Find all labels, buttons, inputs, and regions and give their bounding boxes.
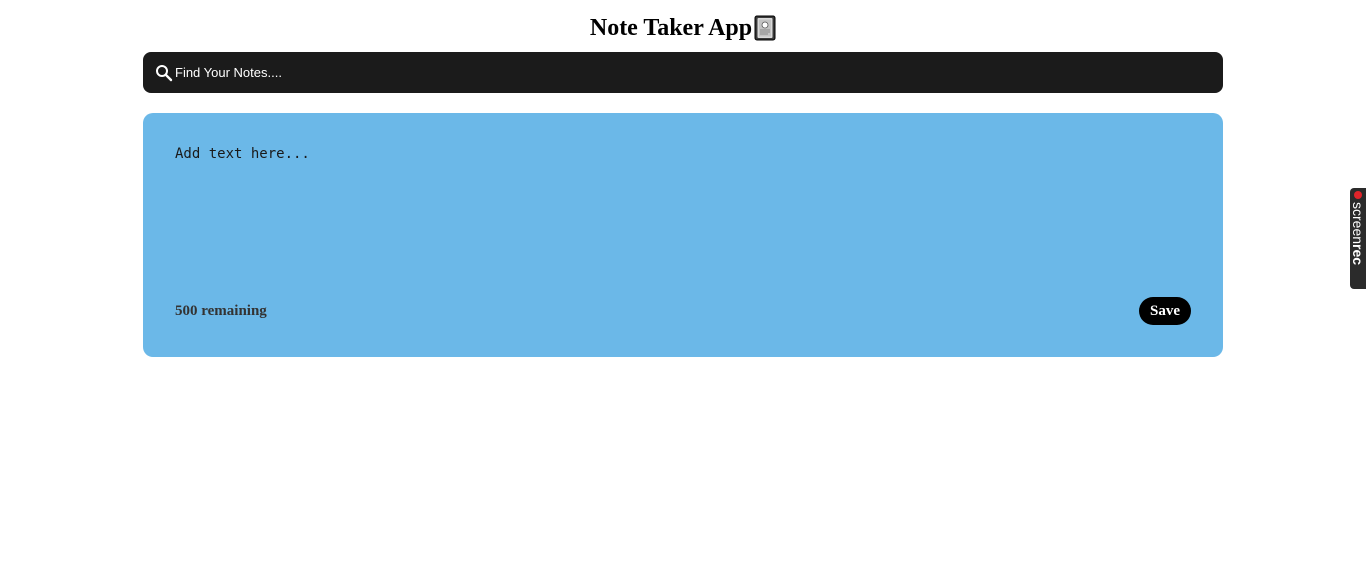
screenrec-label-light: screen [1350,202,1366,245]
note-text-input[interactable] [175,145,1191,275]
new-note-card: 500 remaining Save [143,113,1223,357]
characters-remaining-counter: 500 remaining [175,302,267,319]
search-bar [143,52,1223,93]
screenrec-label-bold: rec [1350,244,1366,266]
screenrec-tab[interactable]: screenrec [1350,188,1366,289]
app-header: Note Taker App [0,13,1366,43]
note-footer: 500 remaining Save [175,297,1191,325]
save-button[interactable]: Save [1139,297,1191,325]
screenrec-label: screenrec [1350,202,1366,266]
search-icon [155,64,173,82]
record-dot-icon [1354,191,1362,199]
notebook-icon [754,15,776,41]
search-input[interactable] [175,57,1223,88]
page-title: Note Taker App [589,15,753,41]
